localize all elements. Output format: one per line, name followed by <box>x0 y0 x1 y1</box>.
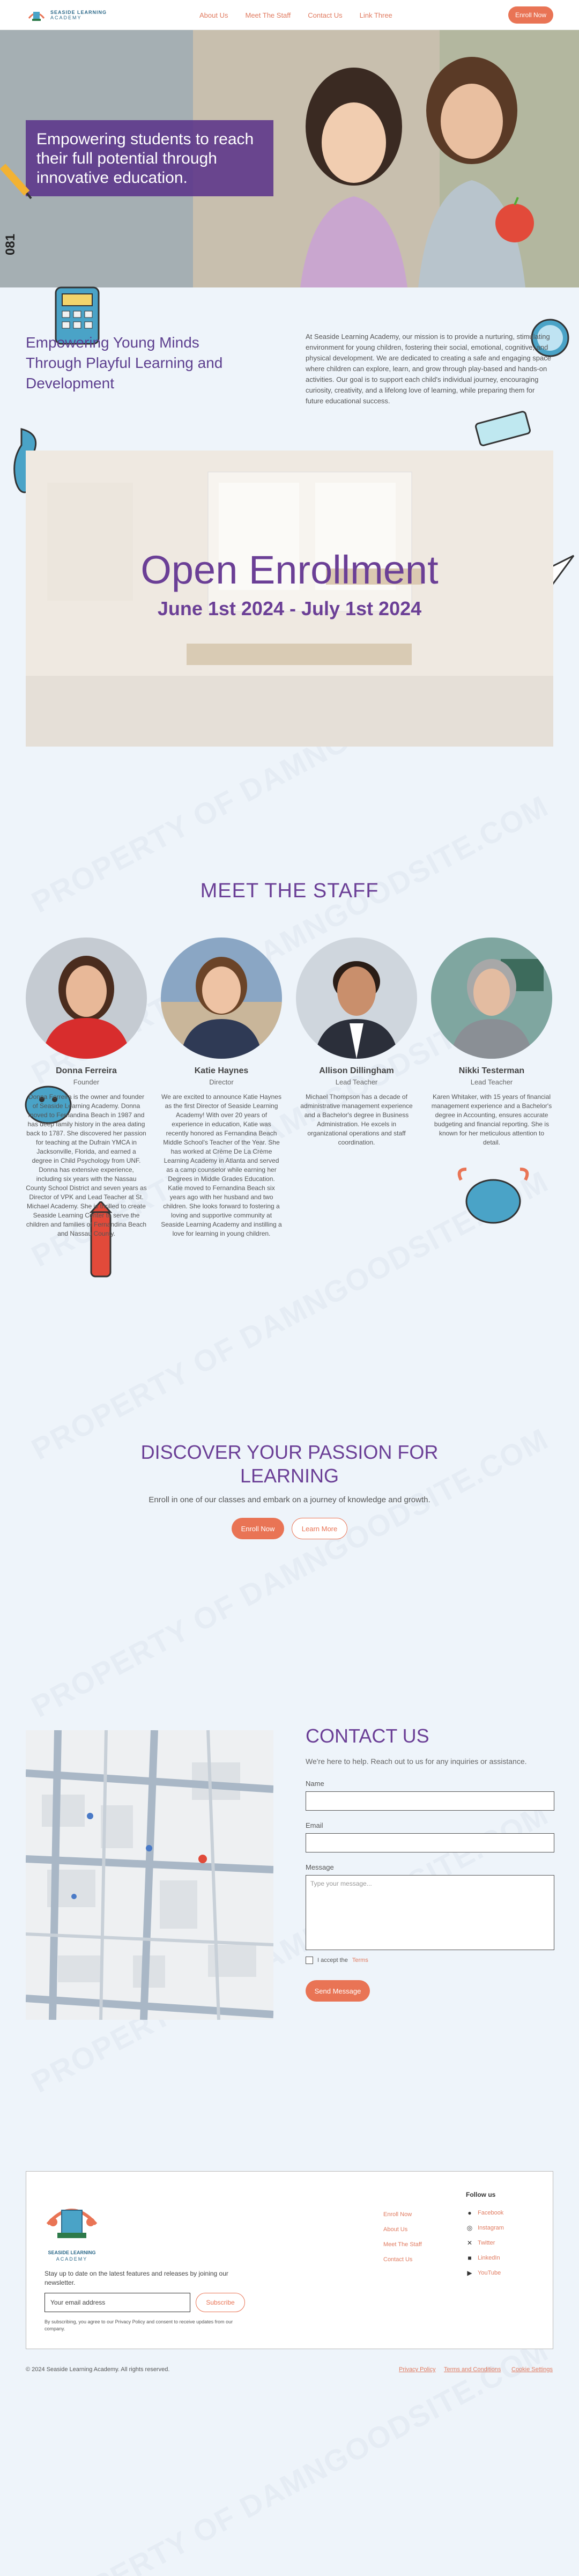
social-facebook[interactable]: ● Facebook <box>466 2209 503 2217</box>
x-icon: ✕ <box>466 2239 473 2247</box>
footer-logo-line2: ACADEMY <box>56 2256 88 2262</box>
privacy-policy-link[interactable]: Privacy Policy <box>399 2366 435 2373</box>
nav-contact-us[interactable]: Contact Us <box>308 11 342 19</box>
location-map[interactable] <box>26 1730 273 2020</box>
staff-card: Allison Dillingham Lead Teacher Michael … <box>296 938 417 1147</box>
enrollment-dates: June 1st 2024 - July 1st 2024 <box>157 597 422 619</box>
contact-subtitle: We're here to help. Reach out to us for … <box>306 1757 527 1766</box>
staff-card: Donna Ferreira Founder Donna Ferreira is… <box>26 938 147 1238</box>
staff-name: Nikki Testerman <box>458 1066 525 1075</box>
footer-link-contact[interactable]: Contact Us <box>383 2256 412 2263</box>
staff-bio: Michael Thompson has a decade of adminis… <box>300 1093 413 1146</box>
staff-photo <box>431 938 552 1059</box>
social-label: Twitter <box>478 2240 495 2246</box>
newsletter-text: Stay up to date on the latest features a… <box>44 2270 228 2286</box>
staff-photo <box>161 938 282 1059</box>
social-label: Instagram <box>478 2225 504 2231</box>
staff-photo <box>26 938 147 1059</box>
name-label: Name <box>306 1780 324 1788</box>
follow-title: Follow us <box>466 2191 496 2198</box>
staff-bio: Donna Ferreira is the owner and founder … <box>26 1093 147 1237</box>
social-label: Facebook <box>478 2210 504 2216</box>
hero-section: Empowering students to reach their full … <box>0 30 579 287</box>
social-twitter[interactable]: ✕ Twitter <box>466 2239 495 2247</box>
youtube-icon: ▶ <box>467 2269 472 2277</box>
logo-line2: ACADEMY <box>50 15 82 20</box>
header-logo[interactable]: SEASIDE LEARNING ACADEMY <box>26 4 107 26</box>
hero-side-code: 081 <box>3 233 18 255</box>
eraser-doodle-icon <box>475 411 531 446</box>
terms-link[interactable]: Terms <box>352 1957 368 1964</box>
social-instagram[interactable]: ◎ Instagram <box>466 2224 504 2232</box>
footer-link-about[interactable]: About Us <box>383 2226 407 2233</box>
header-enroll-button[interactable]: Enroll Now <box>508 6 553 24</box>
terms-checkbox[interactable] <box>306 1957 313 1964</box>
site-header: SEASIDE LEARNING ACADEMY About Us Meet T… <box>0 0 579 30</box>
staff-bio: We are excited to announce Katie Haynes … <box>161 1093 282 1237</box>
staff-role: Director <box>209 1078 234 1086</box>
logo-line1: SEASIDE LEARNING <box>50 10 107 15</box>
academy-logo-icon <box>28 12 45 21</box>
nav-meet-the-staff[interactable]: Meet The Staff <box>245 11 291 19</box>
social-youtube[interactable]: ▶ YouTube <box>466 2269 501 2277</box>
terms-text: I accept the <box>317 1957 348 1964</box>
contact-title: CONTACT US <box>306 1725 429 1747</box>
staff-section-title: MEET THE STAFF <box>200 880 379 902</box>
staff-name: Allison Dillingham <box>319 1066 394 1075</box>
social-label: YouTube <box>478 2270 501 2276</box>
linkedin-icon: ■ <box>467 2254 472 2262</box>
social-linkedin[interactable]: ■ LinkedIn <box>466 2254 500 2262</box>
message-label: Message <box>306 1863 334 1871</box>
learn-more-button[interactable]: Learn More <box>292 1518 347 1539</box>
social-label: LinkedIn <box>478 2255 500 2261</box>
open-enrollment-banner: Open Enrollment June 1st 2024 - July 1st… <box>26 451 553 747</box>
pencil-doodle-icon <box>0 164 32 200</box>
hero-headline: Empowering students to reach their full … <box>36 130 254 187</box>
staff-role: Lead Teacher <box>335 1078 378 1086</box>
discover-title: DISCOVER YOUR PASSION FOR LEARNING <box>140 1441 439 1487</box>
footer-link-staff[interactable]: Meet The Staff <box>383 2241 422 2248</box>
instagram-icon: ◎ <box>466 2224 473 2232</box>
staff-card: Katie Haynes Director We are excited to … <box>161 938 282 1238</box>
crab-doodle-icon <box>457 1168 529 1224</box>
nav-about-us[interactable]: About Us <box>199 11 228 19</box>
staff-role: Founder <box>73 1078 100 1086</box>
facebook-icon: ● <box>467 2209 472 2217</box>
staff-name: Katie Haynes <box>194 1066 249 1075</box>
subscribe-button[interactable]: Subscribe <box>196 2293 245 2312</box>
site-footer: SEASIDE LEARNING ACADEMY Stay up to date… <box>26 2171 553 2349</box>
terms-conditions-link[interactable]: Terms and Conditions <box>444 2366 501 2373</box>
staff-card: Nikki Testerman Lead Teacher Karen Whita… <box>431 938 552 1147</box>
email-label: Email <box>306 1821 323 1829</box>
mission-title: Empowering Young Minds Through Playful L… <box>26 334 223 392</box>
email-field[interactable] <box>306 1833 554 1852</box>
staff-name: Donna Ferreira <box>56 1066 117 1075</box>
discover-enroll-button[interactable]: Enroll Now <box>232 1518 284 1539</box>
mission-text: At Seaside Learning Academy, our mission… <box>306 333 551 405</box>
name-field[interactable] <box>306 1791 554 1811</box>
terms-row: I accept the Terms <box>306 1957 368 1964</box>
cookie-settings-link[interactable]: Cookie Settings <box>511 2366 553 2373</box>
newsletter-email-input[interactable]: Your email address <box>44 2293 190 2312</box>
copyright: © 2024 Seaside Learning Academy. All rig… <box>26 2366 170 2373</box>
discover-subtitle: Enroll in one of our classes and embark … <box>149 1495 430 1504</box>
enrollment-title: Open Enrollment <box>140 548 439 592</box>
nav-link-three[interactable]: Link Three <box>360 11 392 19</box>
send-message-button[interactable]: Send Message <box>306 1980 370 2002</box>
footer-logo-line1: SEASIDE LEARNING <box>48 2250 96 2255</box>
hero-headline-box: Empowering students to reach their full … <box>26 120 273 196</box>
main-nav: About Us Meet The Staff Contact Us Link … <box>199 0 392 30</box>
staff-bio: Karen Whitaker, with 15 years of financi… <box>431 1093 552 1146</box>
footer-logo-icon <box>46 2209 98 2238</box>
message-field[interactable]: Type your message... <box>306 1875 554 1950</box>
footer-link-enroll[interactable]: Enroll Now <box>383 2211 412 2218</box>
staff-role: Lead Teacher <box>470 1078 513 1086</box>
privacy-note: By subscribing, you agree to our Privacy… <box>44 2319 233 2331</box>
staff-photo <box>296 938 417 1059</box>
